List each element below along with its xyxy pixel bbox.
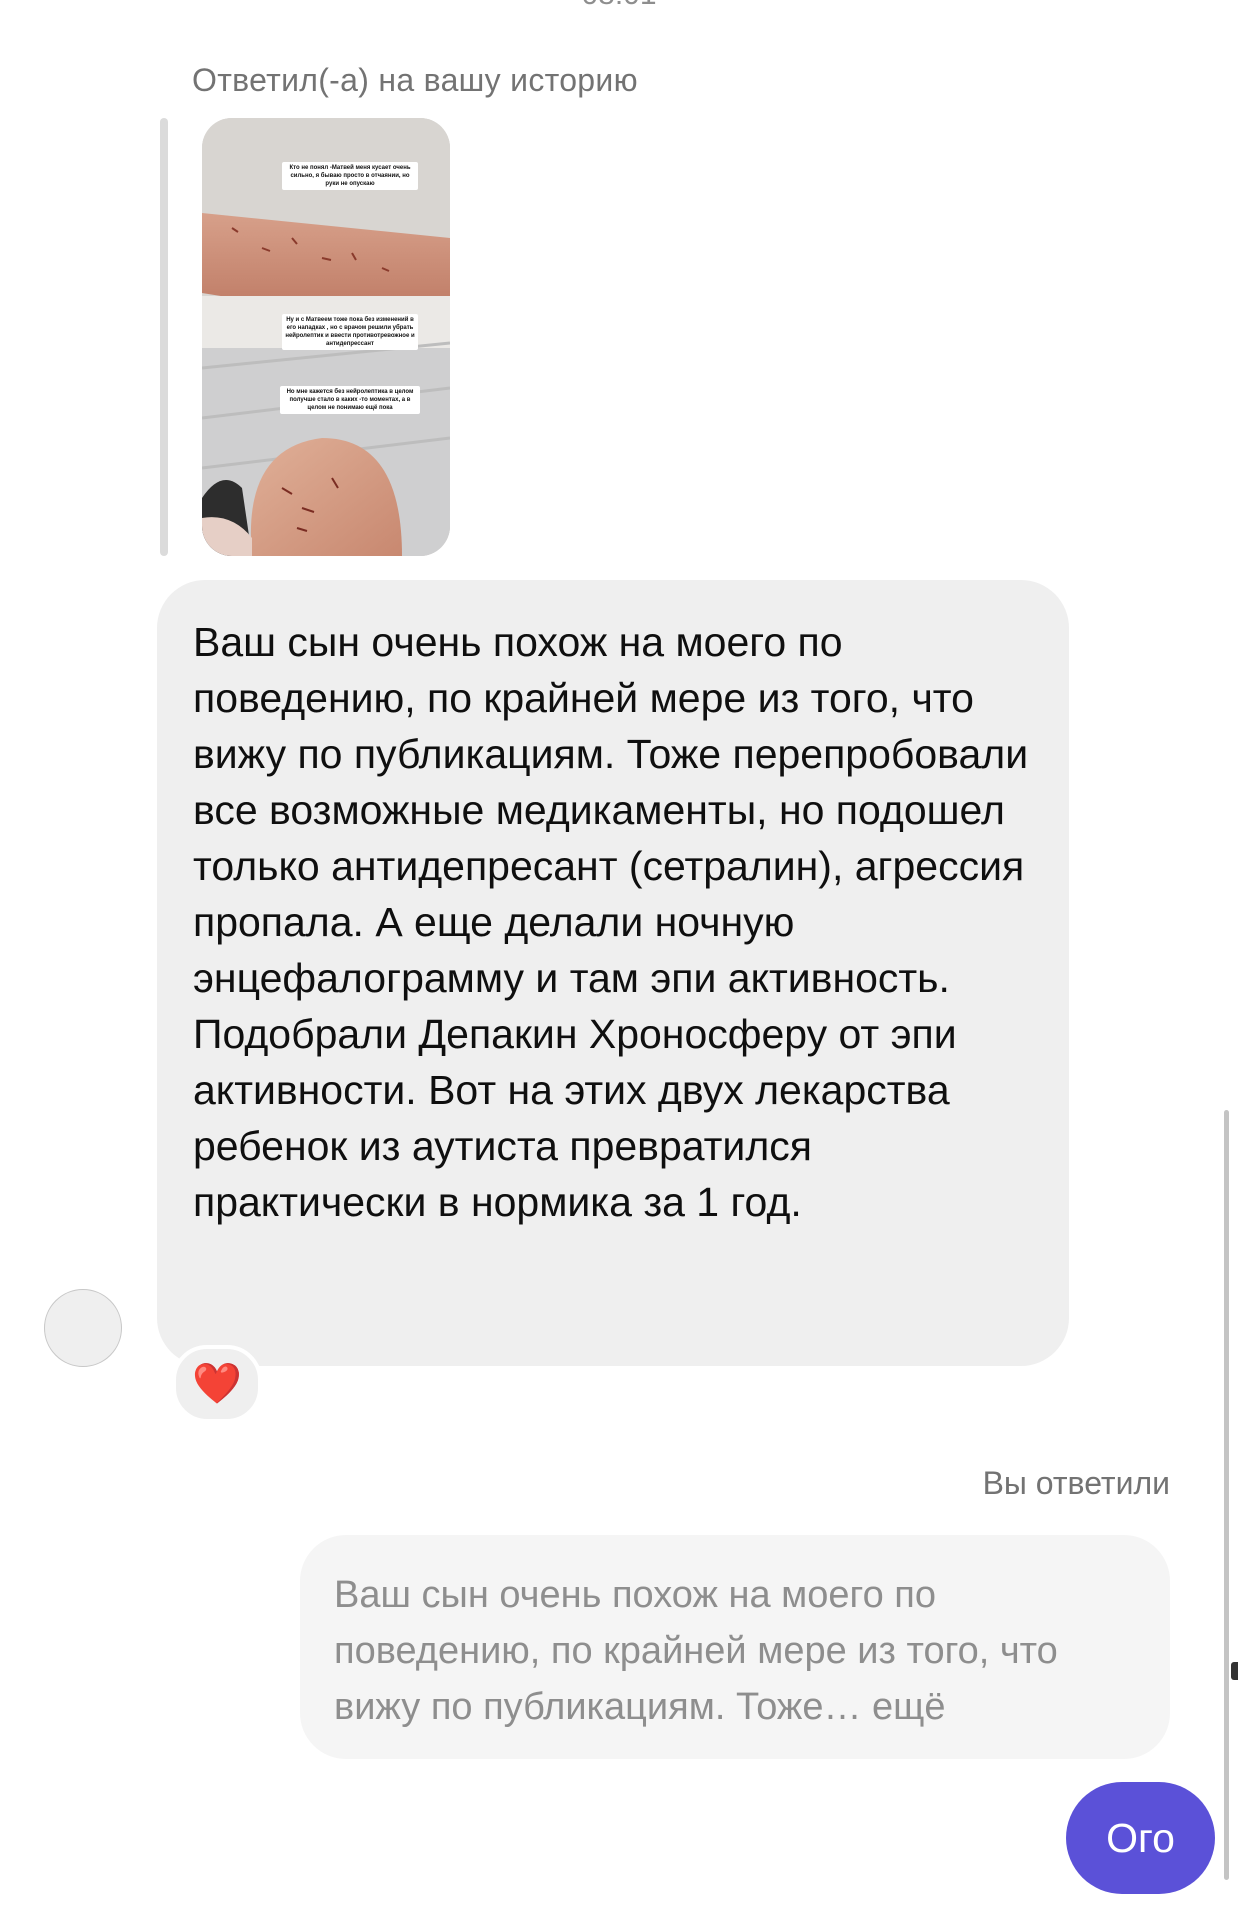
story-reply-caption: Ответил(-а) на вашу историю (192, 62, 638, 98)
outgoing-message-bubble[interactable]: Ого (1066, 1782, 1215, 1894)
incoming-message-bubble[interactable]: Ваш сын очень похож на моего по поведени… (157, 580, 1069, 1366)
sender-avatar[interactable] (44, 1289, 122, 1367)
story-thumbnail[interactable]: Кто не понял -Матвей меня кусает очень с… (202, 118, 450, 556)
reply-preview-bubble[interactable]: Ваш сын очень похож на моего по поведени… (300, 1535, 1170, 1759)
scrollbar[interactable] (1224, 1110, 1229, 1880)
you-replied-caption: Вы ответили (982, 1465, 1170, 1501)
message-timestamp: 08:01 (0, 0, 1238, 12)
story-text-2: Ну и с Матвеем тоже пока без изменений в… (282, 314, 418, 350)
quote-bar (160, 118, 168, 556)
story-text-3: Но мне кажется без нейролептика в целом … (280, 386, 420, 414)
story-text-1: Кто не понял -Матвей меня кусает очень с… (282, 162, 418, 190)
heart-reaction[interactable]: ❤️ (172, 1345, 262, 1423)
scroll-handle[interactable] (1231, 1662, 1238, 1680)
